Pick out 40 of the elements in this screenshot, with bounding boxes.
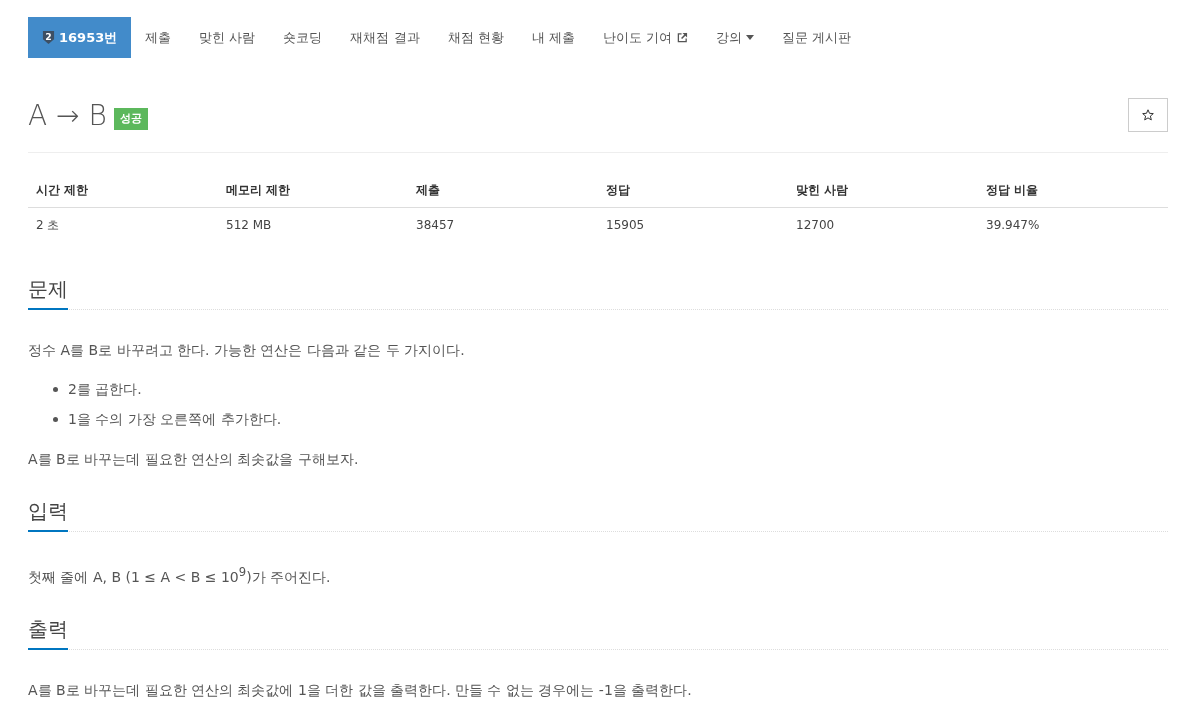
nav-tab[interactable]: 질문 게시판 bbox=[767, 17, 866, 58]
external-link-icon bbox=[676, 32, 688, 43]
table-cell: 2 초 bbox=[28, 207, 218, 242]
section-heading: 출력 bbox=[28, 613, 68, 650]
star-icon bbox=[1142, 109, 1154, 121]
table-cell: 512 MB bbox=[218, 207, 408, 242]
paragraph-text: 정수 A를 B로 바꾸려고 한다. 가능한 연산은 다음과 같은 두 가지이다. bbox=[28, 342, 465, 358]
column-header: 정답 비율 bbox=[978, 173, 1168, 208]
table-cell: 15905 bbox=[598, 207, 788, 242]
section-heading: 입력 bbox=[28, 496, 68, 532]
result-badge: 성공 bbox=[113, 108, 148, 130]
nav-tab[interactable]: 강의 bbox=[701, 17, 768, 58]
bullet-icon bbox=[53, 416, 58, 422]
nav-tab[interactable]: 제출 bbox=[131, 17, 186, 58]
nav-tab[interactable]: 난이도 기여 bbox=[588, 17, 702, 58]
table-cell: 12700 bbox=[788, 207, 978, 242]
bullet-icon bbox=[53, 386, 58, 392]
column-header: 메모리 제한 bbox=[218, 173, 408, 208]
paragraph-text: A를 B로 바꾸는데 필요한 연산의 최솟값을 구해보자. bbox=[28, 451, 359, 467]
column-header: 맞힌 사람 bbox=[788, 173, 978, 208]
paragraph-text: 첫째 줄에 A, B (1 ≤ A < B ≤ 10$^{9}$)가 주어진다. bbox=[28, 568, 331, 585]
problem-title: A → B bbox=[28, 98, 107, 132]
nav-tab[interactable]: 재채점 결과 bbox=[336, 17, 434, 58]
nav-tab[interactable]: 채점 현황 bbox=[433, 17, 518, 58]
caret-icon bbox=[745, 35, 754, 40]
column-header: 제출 bbox=[408, 173, 598, 208]
column-header: 정답 bbox=[598, 173, 788, 208]
column-header: 시간 제한 bbox=[28, 173, 218, 208]
star-button[interactable] bbox=[1128, 98, 1168, 132]
nav-tab[interactable]: 내 제출 bbox=[517, 17, 589, 58]
nav-tab[interactable]: 숏코딩 bbox=[269, 17, 337, 58]
section-heading: 문제 bbox=[28, 274, 68, 310]
table-cell: 39.947% bbox=[978, 207, 1168, 242]
nav-tab[interactable]: 2 16953번 bbox=[28, 17, 132, 58]
table-cell: 38457 bbox=[408, 207, 598, 242]
nav-tab[interactable]: 맞힌 사람 bbox=[185, 17, 270, 58]
list-item-text: 1을 수의 가장 오른쪽에 추가한다. bbox=[68, 410, 282, 429]
tier-icon: 2 bbox=[42, 30, 55, 45]
list-item-text: 2를 곱한다. bbox=[68, 380, 142, 399]
paragraph-text: A를 B로 바꾸는데 필요한 연산의 최솟값에 1을 더한 값을 출력한다. 만들 수 없는 경우에는 -1을 출력한다. bbox=[28, 681, 692, 698]
